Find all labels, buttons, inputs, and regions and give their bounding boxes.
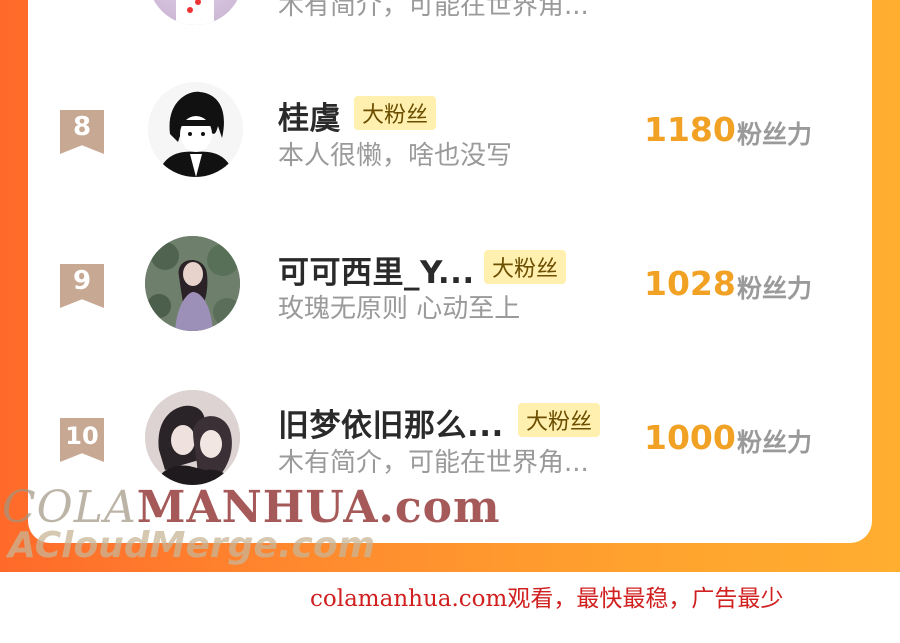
user-bio: 本人很懒，啥也没写 bbox=[278, 141, 513, 171]
avatar[interactable] bbox=[148, 82, 243, 177]
fan-power-unit: 粉丝力 bbox=[737, 120, 813, 149]
fan-power-unit: 粉丝力 bbox=[737, 428, 813, 457]
fan-power-unit: 粉丝力 bbox=[737, 274, 813, 303]
avatar[interactable] bbox=[145, 236, 240, 331]
avatar[interactable] bbox=[145, 390, 240, 485]
footer-notice[interactable]: colamanhua.com观看，最快最稳，广告最少 bbox=[310, 579, 783, 613]
fan-power-score: 1000 bbox=[644, 418, 736, 457]
fan-level-badge: 大粉丝 bbox=[484, 250, 567, 284]
fan-level-badge: 大粉丝 bbox=[518, 403, 601, 437]
user-name[interactable]: 桂虞 bbox=[278, 93, 341, 138]
user-name[interactable]: 旧梦依旧那么... bbox=[278, 400, 504, 445]
user-bio: 木有简介，可能在世界角... bbox=[278, 448, 589, 478]
fan-level-badge: 大粉丝 bbox=[354, 96, 437, 130]
fan-power-score: 1028 bbox=[644, 264, 736, 303]
fan-power-score: 1180 bbox=[644, 110, 736, 149]
user-bio: 玫瑰无原则 心动至上 bbox=[278, 294, 521, 324]
user-bio: 木有简介，可能在世界角... bbox=[278, 0, 589, 21]
watermark-acloudmerge: ACloudMerge.com bbox=[8, 525, 376, 566]
user-name[interactable]: 可可西里_Y... bbox=[278, 247, 475, 292]
